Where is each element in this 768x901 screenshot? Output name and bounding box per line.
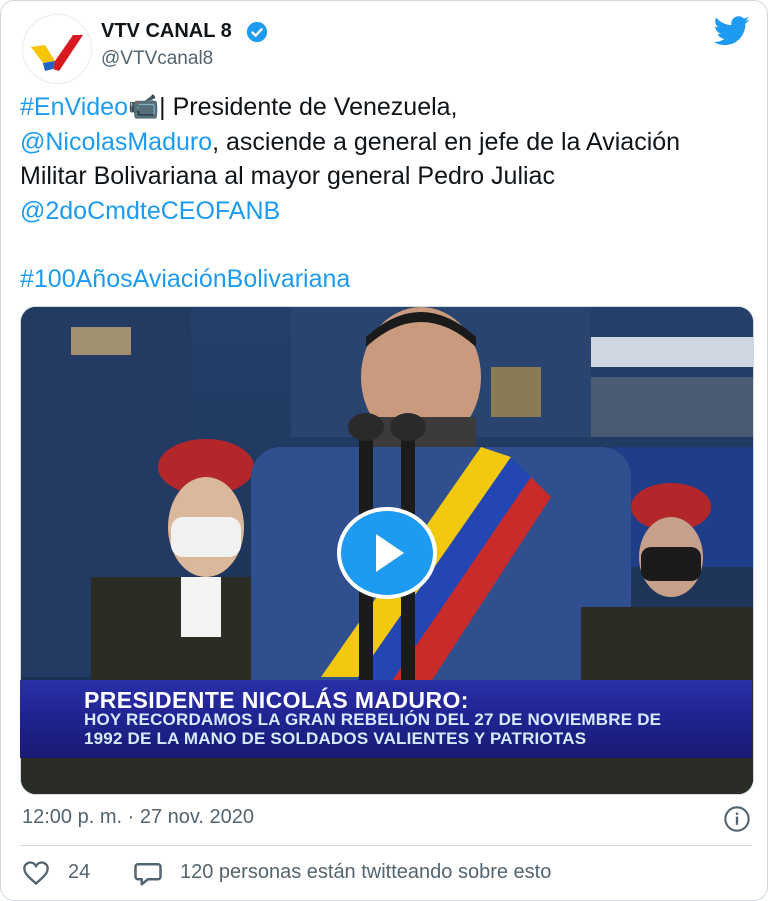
info-icon[interactable] [723,805,751,833]
avatar[interactable] [22,14,92,84]
divider [20,845,752,846]
twitter-bird-icon[interactable] [714,16,750,46]
like-count: 24 [68,861,91,883]
user-handle[interactable]: @VTVcanal8 [101,48,213,70]
video-caption-text: HOY RECORDAMOS LA GRAN REBELIÓN DEL 27 D… [84,710,661,748]
camera-emoji-icon: 📹 [127,93,160,121]
hashtag-link[interactable]: #100AñosAviaciónBolivariana [20,265,350,293]
reply-bubble-icon[interactable] [133,859,163,887]
vtv-logo-icon [31,35,83,71]
tweet-text-part: | Presidente de Venezuela, [159,93,458,121]
hashtag-link[interactable]: #EnVideo [20,93,128,121]
like-heart-icon[interactable] [22,860,50,886]
tweet-timestamp[interactable]: 12:00 p. m. · 27 nov. 2020 [22,806,254,829]
tweet-text: #EnVideo📹| Presidente de Venezuela, @Nic… [20,90,740,297]
display-name[interactable]: VTV CANAL 8 [101,20,232,43]
verified-badge-icon [246,21,268,43]
mention-link[interactable]: @NicolasMaduro [20,128,212,156]
mention-link[interactable]: @2doCmdteCEOFANB [20,197,280,225]
video-caption-line: 1992 DE LA MANO DE SOLDADOS VALIENTES Y … [84,729,587,748]
play-button-icon[interactable] [336,507,438,599]
conversation-link[interactable]: 120 personas están twitteando sobre esto [180,861,551,884]
video-caption-line: HOY RECORDAMOS LA GRAN REBELIÓN DEL 27 D… [84,710,662,729]
